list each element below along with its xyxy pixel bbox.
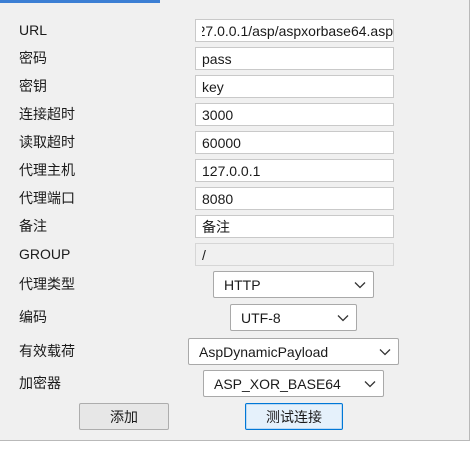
proxy-type-label: 代理类型 xyxy=(19,276,75,292)
password-label: 密码 xyxy=(19,50,47,66)
group-label: GROUP xyxy=(19,246,71,262)
cryption-label: 加密器 xyxy=(19,375,61,391)
payload-value: AspDynamicPayload xyxy=(199,343,329,360)
cryption-value: ASP_XOR_BASE64 xyxy=(214,375,341,392)
password-input[interactable] xyxy=(196,48,393,69)
chevron-down-icon xyxy=(372,339,398,364)
proxy-type-select[interactable]: HTTP xyxy=(213,271,374,298)
proxy-port-field[interactable] xyxy=(195,187,394,210)
url-input[interactable] xyxy=(196,20,393,41)
remark-label: 备注 xyxy=(19,218,47,234)
payload-label: 有效载荷 xyxy=(19,343,75,359)
chevron-down-icon xyxy=(357,371,383,396)
payload-select[interactable]: AspDynamicPayload xyxy=(188,338,399,365)
password-field[interactable] xyxy=(195,47,394,70)
connect-timeout-label: 连接超时 xyxy=(19,106,75,122)
connect-timeout-input[interactable] xyxy=(196,104,393,125)
url-field[interactable] xyxy=(195,19,394,42)
tab-accent xyxy=(0,0,160,3)
chevron-down-icon xyxy=(347,272,373,297)
read-timeout-field[interactable] xyxy=(195,131,394,154)
proxy-host-field[interactable] xyxy=(195,159,394,182)
encoding-select[interactable]: UTF-8 xyxy=(230,304,357,331)
proxy-port-label: 代理端口 xyxy=(19,190,75,206)
secret-key-field[interactable] xyxy=(195,75,394,98)
shell-setting-panel: URL 密码 密钥 连接超时 读取超时 代理主机 代理端口 备注 GROUP 代… xyxy=(0,0,470,441)
proxy-host-label: 代理主机 xyxy=(19,162,75,178)
add-button[interactable]: 添加 xyxy=(79,403,169,430)
group-input xyxy=(196,244,393,265)
read-timeout-label: 读取超时 xyxy=(19,134,75,150)
encoding-value: UTF-8 xyxy=(241,309,281,326)
proxy-host-input[interactable] xyxy=(196,160,393,181)
url-label: URL xyxy=(19,22,48,38)
read-timeout-input[interactable] xyxy=(196,132,393,153)
proxy-port-input[interactable] xyxy=(196,188,393,209)
secret-key-label: 密钥 xyxy=(19,78,47,94)
chevron-down-icon xyxy=(330,305,356,330)
connect-timeout-field[interactable] xyxy=(195,103,394,126)
proxy-type-value: HTTP xyxy=(224,276,261,293)
secret-key-input[interactable] xyxy=(196,76,393,97)
encoding-label: 编码 xyxy=(19,309,47,325)
group-field xyxy=(195,243,394,266)
test-connection-button[interactable]: 测试连接 xyxy=(245,403,343,430)
cryption-select[interactable]: ASP_XOR_BASE64 xyxy=(203,370,384,397)
remark-input[interactable] xyxy=(196,216,393,237)
remark-field[interactable] xyxy=(195,215,394,238)
